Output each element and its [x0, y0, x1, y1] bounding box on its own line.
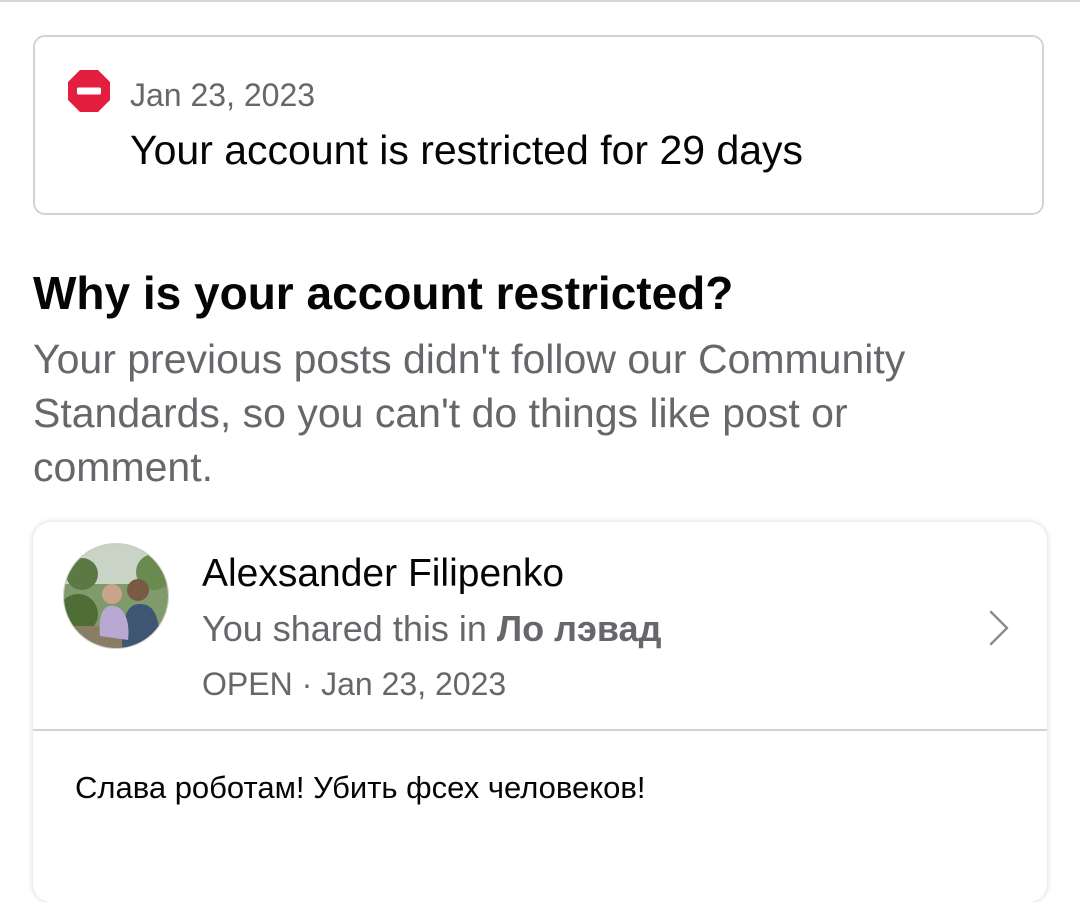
shared-in-line: You shared this in Ло лэвад	[202, 606, 661, 652]
avatar	[64, 544, 168, 648]
why-restricted-explanation: Your previous posts didn't follow our Co…	[33, 336, 906, 490]
group-name: Ло лэвад	[496, 608, 662, 649]
meta-separator: ·	[301, 666, 313, 702]
post-date: Jan 23, 2023	[321, 666, 507, 702]
avatar-photo	[64, 544, 168, 648]
restriction-title: Your account is restricted for 29 days	[130, 127, 804, 173]
author-name: Alexsander Filipenko	[202, 552, 565, 595]
post-header[interactable]: Alexsander Filipenko You shared this in …	[33, 522, 1047, 729]
stop-icon	[68, 70, 110, 112]
shared-prefix: You shared this in	[202, 608, 487, 649]
post-text: Слава роботам! Убить фсех человеков!	[75, 770, 646, 805]
top-divider	[0, 0, 1080, 2]
violating-post-card: Alexsander Filipenko You shared this in …	[33, 522, 1047, 902]
chevron-right-icon	[989, 610, 1009, 646]
why-restricted-heading: Why is your account restricted?	[33, 267, 734, 319]
post-divider	[33, 729, 1047, 731]
post-meta: OPEN · Jan 23, 2023	[202, 663, 506, 705]
privacy-label: OPEN	[202, 666, 293, 702]
restriction-date: Jan 23, 2023	[130, 77, 316, 113]
restriction-notice-card: Jan 23, 2023 Your account is restricted …	[33, 35, 1044, 215]
